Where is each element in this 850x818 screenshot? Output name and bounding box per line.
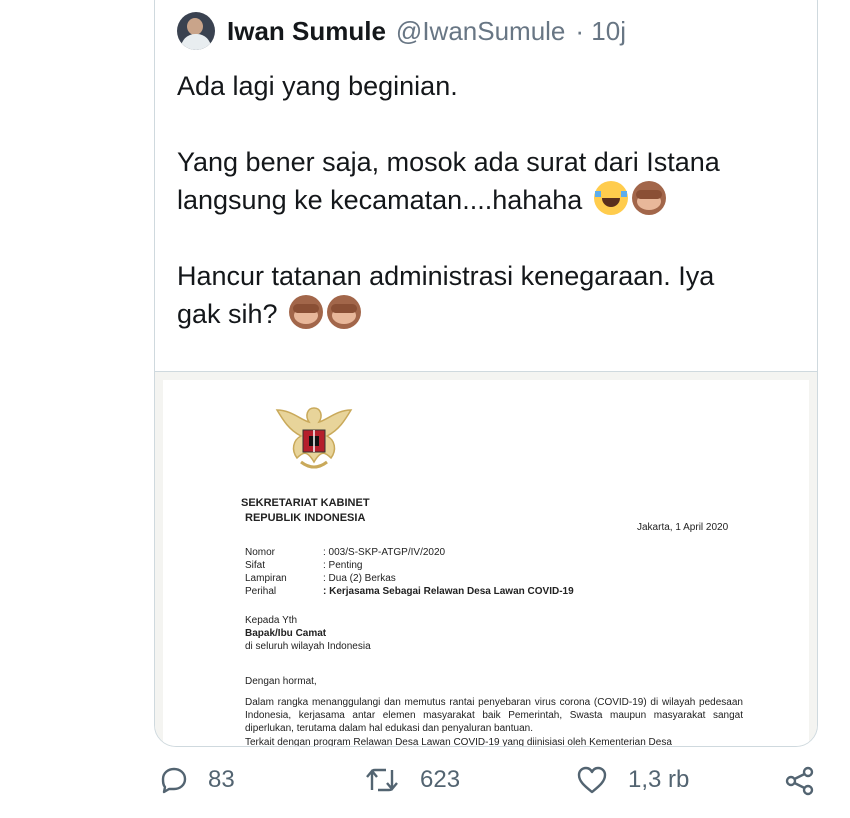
letter-meta: Nomor: 003/S-SKP-ATGP/IV/2020 Sifat: Pen… (245, 547, 574, 597)
see-no-evil-monkey-emoji-icon (289, 295, 324, 329)
tears-of-joy-emoji-icon (593, 181, 628, 215)
tweet-line: langsung ke kecamatan....hahaha (177, 181, 797, 219)
attached-document-image[interactable]: SEKRETARIAT KABINET REPUBLIK INDONESIA J… (155, 371, 817, 747)
letter-recipient: Kepada Yth Bapak/Ibu Camat di seluruh wi… (245, 615, 371, 652)
retweet-icon (366, 768, 398, 792)
share-icon (785, 766, 814, 796)
tweet-card[interactable]: Iwan Sumule @IwanSumule · 10j Ada lagi y… (154, 0, 818, 747)
retweet-button[interactable]: 623 (364, 766, 460, 794)
tweet-actions: 83 623 1,3 rb (0, 760, 850, 812)
see-no-evil-monkey-emoji-icon (631, 181, 666, 215)
like-button[interactable]: 1,3 rb (576, 766, 689, 794)
author-handle[interactable]: @IwanSumule (396, 16, 565, 47)
garuda-emblem-icon (275, 407, 353, 469)
letter-paragraph: Dalam rangka menanggulangi dan memutus r… (245, 697, 743, 734)
reply-icon (161, 767, 187, 794)
letter-page: SEKRETARIAT KABINET REPUBLIK INDONESIA J… (163, 380, 809, 747)
tweet-line: Hancur tatanan administrasi kenegaraan. … (177, 261, 715, 291)
tweet-text: Ada lagi yang beginian. Yang bener saja,… (177, 67, 797, 333)
tweet-line: gak sih? (177, 295, 797, 333)
author-name[interactable]: Iwan Sumule (227, 16, 386, 47)
tweet-time[interactable]: · 10j (575, 16, 626, 47)
letter-date: Jakarta, 1 April 2020 (637, 522, 729, 533)
see-no-evil-monkey-emoji-icon (327, 295, 362, 329)
tweet-line: Ada lagi yang beginian. (177, 71, 458, 101)
share-button[interactable] (784, 766, 816, 796)
avatar[interactable] (177, 12, 215, 50)
like-count: 1,3 rb (628, 766, 690, 793)
reply-count: 83 (208, 766, 235, 793)
letter-paragraph-partial: Terkait dengan program Relawan Desa Lawa… (245, 737, 672, 747)
retweet-count: 623 (420, 766, 461, 793)
reply-button[interactable]: 83 (160, 766, 235, 794)
letter-greeting: Dengan hormat, (245, 676, 317, 687)
tweet-line: Yang bener saja, mosok ada surat dari Is… (177, 147, 720, 177)
heart-icon (577, 766, 607, 794)
tweet-header: Iwan Sumule @IwanSumule · 10j (177, 11, 626, 51)
letterhead: SEKRETARIAT KABINET REPUBLIK INDONESIA (241, 497, 370, 524)
